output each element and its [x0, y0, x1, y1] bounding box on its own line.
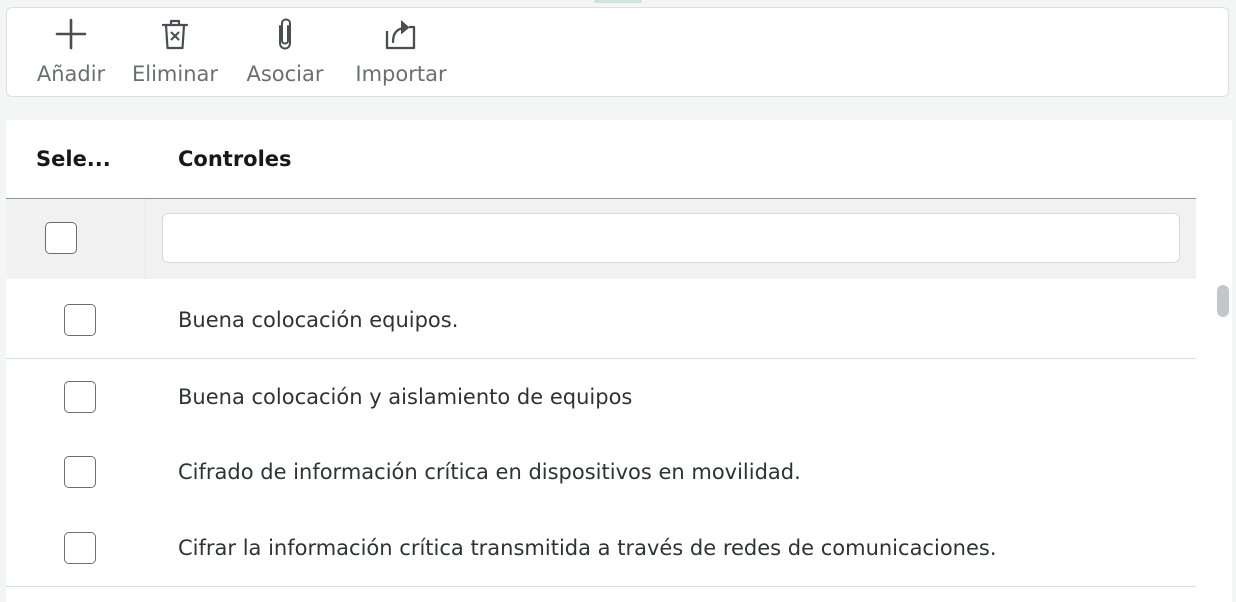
paperclip-icon [267, 16, 303, 52]
plus-icon [53, 16, 89, 52]
import-button-label: Importar [355, 62, 447, 86]
row-checkbox[interactable] [64, 381, 96, 413]
filter-row [6, 199, 1196, 279]
add-button-label: Añadir [36, 62, 106, 86]
column-divider [145, 199, 146, 279]
row-checkbox[interactable] [64, 532, 96, 564]
table-row[interactable]: Buena colocación y aislamiento de equipo… [6, 359, 1196, 436]
select-all-checkbox[interactable] [45, 222, 77, 254]
import-button[interactable]: Importar [347, 16, 455, 94]
vertical-scrollbar[interactable] [1216, 283, 1230, 602]
trash-icon [157, 16, 193, 52]
scrollbar-thumb[interactable] [1217, 285, 1229, 317]
table-row[interactable]: Buena colocación equipos. [6, 282, 1196, 359]
control-name: Buena colocación equipos. [178, 308, 459, 332]
row-checkbox[interactable] [64, 456, 96, 488]
column-header-controls[interactable]: Controles [178, 120, 292, 198]
control-name: Cifrar la información crítica transmitid… [178, 536, 997, 560]
table-row[interactable]: Cifrado de información crítica en dispos… [6, 434, 1196, 511]
controls-filter-input[interactable] [162, 213, 1180, 263]
add-button[interactable]: Añadir [31, 16, 111, 94]
column-header-select[interactable]: Sele... [36, 120, 111, 198]
controls-table: Sele... Controles Buena colocación equip… [6, 120, 1232, 602]
drag-handle[interactable] [594, 0, 642, 3]
table-row[interactable]: Cifrar la información crítica transmitid… [6, 510, 1196, 587]
controls-panel: Añadir Eliminar Asociar Importar Sele...… [0, 0, 1236, 602]
associate-button-label: Asociar [246, 62, 324, 86]
toolbar: Añadir Eliminar Asociar Importar [6, 7, 1229, 97]
import-icon [383, 16, 419, 52]
control-name: Buena colocación y aislamiento de equipo… [178, 385, 633, 409]
delete-button-label: Eliminar [131, 62, 219, 86]
delete-button[interactable]: Eliminar [127, 16, 223, 94]
associate-button[interactable]: Asociar [239, 16, 331, 94]
table-header: Sele... Controles [6, 120, 1196, 199]
row-checkbox[interactable] [64, 304, 96, 336]
control-name: Cifrado de información crítica en dispos… [178, 460, 801, 484]
